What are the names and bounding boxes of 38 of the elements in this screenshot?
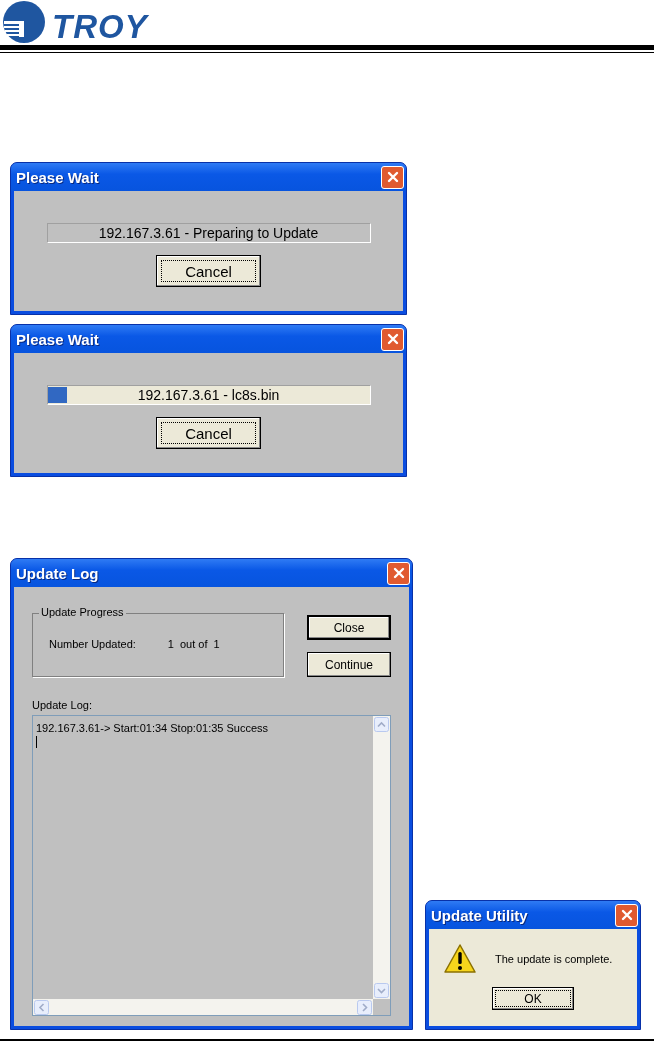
close-button[interactable] [615,903,638,927]
field-label: Number Updated: [49,638,136,650]
close-button[interactable]: Close [307,615,391,640]
continue-button[interactable]: Continue [307,652,391,677]
field-label: Update Log: [32,699,93,711]
log-area[interactable]: 192.167.3.61-> Start:01:34 Stop:01:35 Success [32,715,391,1016]
message-text: The update is complete. [495,953,613,965]
log-line: 192.167.3.61-> Start:01:34 Stop:01:35 Success [36,722,269,734]
logo-text: TROY [52,12,148,42]
horizontal-scrollbar[interactable] [33,999,373,1015]
close-icon [386,171,399,183]
scroll-down-icon [374,983,389,998]
close-button[interactable] [381,165,404,189]
scroll-up-icon [374,717,389,732]
window-title: Please Wait [16,168,99,186]
warning-icon [443,943,477,975]
ok-button[interactable]: OK [492,987,574,1010]
close-button[interactable] [381,327,404,351]
close-icon [620,909,633,921]
scroll-left-icon [34,999,49,1015]
close-icon [386,333,399,345]
close-button[interactable] [387,561,410,585]
cancel-button[interactable]: Cancel [156,417,261,449]
count-text: 1 [167,638,174,650]
window-title: Please Wait [16,330,99,348]
close-icon [392,567,405,579]
vertical-scrollbar[interactable] [373,716,390,999]
count-text: out of [179,638,208,650]
window-title: Update Utility [431,906,528,924]
window-title: Update Log [16,564,99,582]
cancel-button[interactable]: Cancel [156,255,261,287]
text-caret [36,736,37,748]
count-text: 1 [213,638,220,650]
logo-icon [2,0,46,44]
scroll-right-icon [357,999,372,1015]
status-text: 192.167.3.61 - Preparing to Update [97,224,320,242]
group-title: Update Progress [39,606,126,618]
status-text: 192.167.3.61 - lc8s.bin [136,386,281,404]
